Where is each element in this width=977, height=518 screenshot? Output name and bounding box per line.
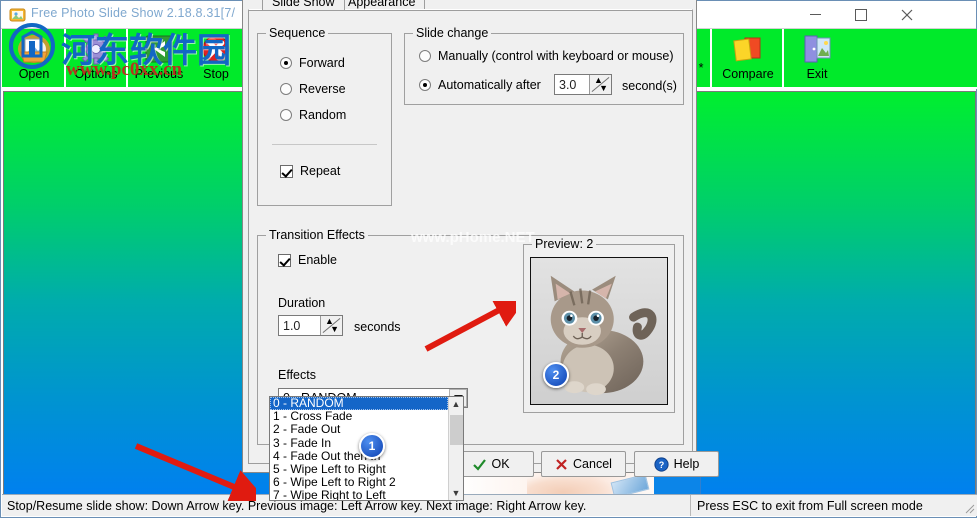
stop-button-label: Stop [203, 67, 229, 81]
radio-automatic-change[interactable]: Automatically after [419, 78, 541, 92]
compare-button-label: Compare [722, 67, 774, 81]
help-button-label: Help [673, 457, 700, 471]
minimize-icon [809, 14, 821, 15]
svg-text:?: ? [658, 460, 664, 470]
transition-group-title: Transition Effects [266, 228, 368, 242]
interval-spinner-buttons[interactable]: ▲ ▼ [589, 75, 611, 94]
radio-random-label: Random [299, 108, 347, 122]
open-button[interactable]: Open [4, 29, 66, 87]
slide-change-group: Slide change Manually (control with keyb… [404, 26, 684, 105]
radio-reverse[interactable]: Reverse [280, 82, 346, 96]
resize-grip-icon[interactable] [961, 500, 975, 514]
radio-automatic-indicator [419, 79, 431, 91]
radio-manual-indicator [419, 50, 431, 62]
preview-group: Preview: 2 2 [523, 237, 675, 413]
checkmark-icon [473, 458, 487, 471]
open-button-label: Open [18, 67, 50, 81]
radio-manual-change[interactable]: Manually (control with keyboard or mouse… [419, 49, 674, 63]
previous-button[interactable]: Previous [128, 29, 190, 87]
duration-value: 1.0 [283, 318, 301, 333]
duration-spinner-buttons[interactable]: ▲ ▼ [320, 316, 342, 335]
help-button[interactable]: ? Help [634, 451, 719, 477]
scrollbar-thumb[interactable] [450, 415, 463, 445]
options-button-label: Options [74, 67, 118, 81]
window-title: Free Photo Slide Show 2.18.8.31[7/ [31, 6, 236, 20]
enable-checkbox-label: Enable [298, 253, 337, 267]
help-question-icon: ? [654, 456, 669, 472]
previous-arrow-icon [144, 31, 174, 67]
sequence-group-title: Sequence [266, 26, 329, 40]
compare-button[interactable]: Compare [714, 29, 784, 87]
options-button[interactable]: Options [66, 29, 128, 87]
duration-spinner[interactable]: 1.0 ▲ ▼ [278, 315, 343, 336]
list-item[interactable]: 7 - Wipe Right to Left [270, 489, 448, 500]
cancel-button[interactable]: Cancel [541, 451, 626, 477]
exit-button-label: Exit [806, 67, 828, 81]
repeat-checkbox-indicator [280, 164, 293, 178]
stop-x-icon [201, 31, 231, 67]
compare-cards-icon [731, 31, 765, 67]
interval-unit-label: second(s) [622, 79, 677, 93]
spinner-down-icon[interactable]: ▼ [599, 84, 608, 93]
repeat-checkbox-label: Repeat [300, 164, 341, 178]
dropdown-scrollbar[interactable]: ▲ ▼ [448, 397, 463, 500]
minimize-button[interactable] [792, 1, 838, 28]
sequence-divider [272, 144, 377, 145]
status-hint-right: Press ESC to exit from Full screen mode [697, 498, 923, 513]
cancel-button-label: Cancel [573, 457, 612, 471]
maximize-button[interactable] [838, 1, 884, 28]
scroll-down-icon[interactable]: ▼ [449, 486, 463, 500]
exit-door-icon [801, 31, 833, 67]
cancel-x-icon [556, 458, 567, 470]
status-bar: Stop/Resume slide show: Down Arrow key. … [2, 494, 977, 516]
radio-automatic-label: Automatically after [438, 78, 541, 92]
tab-slide-show[interactable]: Slide Show [262, 0, 345, 10]
radio-reverse-label: Reverse [299, 82, 346, 96]
radio-reverse-indicator [280, 83, 292, 95]
maximize-icon [855, 8, 867, 21]
radio-manual-label: Manually (control with keyboard or mouse… [438, 49, 674, 63]
duration-unit-label: seconds [354, 320, 401, 334]
exit-button[interactable]: Exit [786, 29, 848, 87]
preview-group-title: Preview: 2 [532, 237, 597, 251]
ok-button-label: OK [491, 457, 510, 471]
radio-forward-label: Forward [299, 56, 345, 70]
slide-change-group-title: Slide change [413, 26, 492, 40]
close-button[interactable] [884, 1, 930, 28]
preview-image: 2 [530, 257, 668, 405]
application-window: Free Photo Slide Show 2.18.8.31[7/ Open … [0, 0, 977, 518]
list-item[interactable]: 2 - Fade Out [270, 423, 448, 436]
toolbar-overflow-label: * [698, 61, 704, 75]
scroll-up-icon[interactable]: ▲ [449, 397, 463, 411]
app-photo-icon [9, 5, 27, 23]
stop-button[interactable]: Stop [190, 29, 244, 87]
interval-value: 3.0 [559, 77, 577, 92]
close-icon [901, 9, 913, 20]
radio-random[interactable]: Random [280, 108, 346, 122]
open-folder-icon [17, 31, 51, 67]
list-item[interactable]: 4 - Fade Out then In [270, 449, 448, 463]
duration-spinner-down-icon[interactable]: ▼ [330, 325, 339, 334]
radio-forward[interactable]: Forward [280, 56, 345, 70]
sequence-group: Sequence Forward Reverse Random Repeat [257, 26, 392, 206]
interval-spinner[interactable]: 3.0 ▲ ▼ [554, 74, 612, 95]
enable-transition-checkbox[interactable]: Enable [278, 253, 337, 267]
effects-label: Effects [278, 368, 316, 382]
previous-button-label: Previous [134, 67, 184, 81]
repeat-checkbox[interactable]: Repeat [280, 164, 340, 178]
annotation-marker-2: 2 [543, 362, 569, 388]
annotation-marker-1: 1 [359, 433, 385, 459]
radio-random-indicator [280, 109, 292, 121]
enable-checkbox-indicator [278, 253, 291, 267]
gear-icon [80, 31, 112, 67]
radio-forward-indicator [280, 57, 292, 69]
duration-label: Duration [278, 296, 326, 310]
